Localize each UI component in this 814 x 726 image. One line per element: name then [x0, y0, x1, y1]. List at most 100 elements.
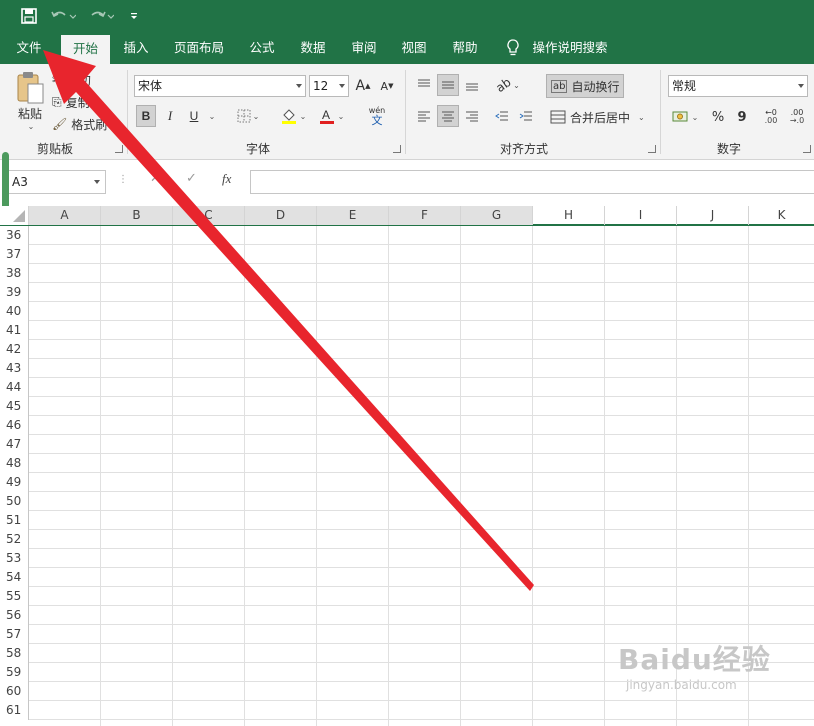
fill-color-button[interactable]: ⌄ [276, 105, 310, 127]
align-top-button[interactable] [414, 74, 434, 96]
border-button[interactable]: ⌄ [230, 105, 266, 127]
row-header[interactable]: 57 [0, 625, 29, 644]
align-right-button[interactable] [462, 105, 482, 127]
decrease-decimal-button[interactable]: .00 →.0 [786, 106, 808, 128]
select-all-corner[interactable] [0, 206, 29, 225]
enter-icon[interactable]: ✓ [186, 171, 197, 186]
redo-icon[interactable] [86, 6, 116, 26]
row-header[interactable]: 56 [0, 606, 29, 625]
row-header[interactable]: 36 [0, 226, 29, 245]
tab-review[interactable]: 审阅 [342, 33, 386, 64]
align-middle-button[interactable] [437, 74, 459, 96]
font-size-select[interactable]: 12 [309, 75, 349, 97]
tab-page-layout[interactable]: 页面布局 [166, 33, 232, 64]
increase-font-button[interactable]: A ▲ [354, 76, 372, 96]
row-header[interactable]: 59 [0, 663, 29, 682]
tab-file[interactable]: 文件 [8, 33, 50, 64]
row-header[interactable]: 45 [0, 397, 29, 416]
row-header[interactable]: 50 [0, 492, 29, 511]
row-header[interactable]: 58 [0, 644, 29, 663]
orientation-button[interactable]: ab ⌄ [492, 74, 524, 96]
row-header[interactable]: 39 [0, 283, 29, 302]
column-header-h[interactable]: H [533, 206, 605, 225]
row-header[interactable]: 42 [0, 340, 29, 359]
cut-button[interactable]: ✂ 剪切 [52, 70, 118, 90]
column-header-g[interactable]: G [461, 206, 533, 225]
row-header[interactable]: 51 [0, 511, 29, 530]
align-center-button[interactable] [437, 105, 459, 127]
font-launcher[interactable] [393, 145, 401, 153]
column-header-c[interactable]: C [173, 206, 245, 225]
row-header[interactable]: 41 [0, 321, 29, 340]
merge-center-button[interactable]: 合并后居中 ⌄ [546, 105, 650, 129]
percent-button[interactable]: % [708, 106, 728, 128]
number-launcher[interactable] [803, 145, 811, 153]
row-header[interactable]: 44 [0, 378, 29, 397]
row-header[interactable]: 46 [0, 416, 29, 435]
row-header[interactable]: 61 [0, 701, 29, 720]
font-name-select[interactable]: 宋体 [134, 75, 306, 97]
column-header-j[interactable]: J [677, 206, 749, 225]
italic-button[interactable]: I [160, 105, 180, 127]
column-header-a[interactable]: A [29, 206, 101, 225]
tab-formulas[interactable]: 公式 [240, 33, 284, 64]
more-options-icon[interactable]: ⋮ [118, 174, 128, 185]
row-header[interactable]: 54 [0, 568, 29, 587]
column-header-i[interactable]: I [605, 206, 677, 225]
copy-button[interactable]: ⎘ 复制 ⌄ [52, 92, 118, 112]
row-header[interactable]: 43 [0, 359, 29, 378]
lightbulb-icon[interactable] [505, 33, 521, 64]
name-box[interactable]: A3 [6, 170, 106, 194]
column-header-k[interactable]: K [749, 206, 814, 225]
row-header[interactable]: 38 [0, 264, 29, 283]
tab-insert[interactable]: 插入 [114, 33, 158, 64]
phonetic-bottom: 文 [371, 113, 383, 127]
decrease-font-button[interactable]: A ▼ [378, 76, 396, 96]
column-header-e[interactable]: E [317, 206, 389, 225]
insert-function-button[interactable]: fx [222, 171, 231, 187]
row-header[interactable]: 53 [0, 549, 29, 568]
cancel-icon[interactable]: ✕ [150, 171, 161, 186]
tell-me-search[interactable]: 操作说明搜索 [528, 33, 612, 64]
tab-help[interactable]: 帮助 [443, 33, 487, 64]
number-format-select[interactable]: 常规 [668, 75, 808, 97]
undo-icon[interactable] [48, 6, 78, 26]
save-icon[interactable] [18, 6, 40, 26]
wrap-text-button[interactable]: ab 自动换行 [546, 74, 624, 98]
tab-view[interactable]: 视图 [392, 33, 436, 64]
increase-decimal-button[interactable]: ←0.00 [760, 106, 782, 128]
chevron-down-icon: ⌄ [638, 112, 645, 122]
customize-icon[interactable] [128, 6, 140, 26]
underline-button[interactable]: U [184, 105, 204, 127]
increase-indent-button[interactable] [516, 105, 536, 127]
row-header[interactable]: 52 [0, 530, 29, 549]
accounting-format-button[interactable]: ⌄ [668, 106, 702, 128]
phonetic-button[interactable]: wén 文 [360, 103, 394, 129]
align-left-icon [418, 111, 430, 122]
bold-button[interactable]: B [136, 105, 156, 127]
decrease-indent-button[interactable] [492, 105, 512, 127]
column-header-b[interactable]: B [101, 206, 173, 225]
underline-dropdown[interactable]: ⌄ [204, 105, 218, 127]
row-header[interactable]: 40 [0, 302, 29, 321]
formula-input[interactable] [250, 170, 814, 194]
alignment-launcher[interactable] [648, 145, 656, 153]
row-header[interactable]: 49 [0, 473, 29, 492]
format-painter-button[interactable]: 🖌 格式刷 [52, 114, 118, 134]
comma-style-button[interactable]: 9 [732, 106, 752, 128]
tab-data[interactable]: 数据 [291, 33, 335, 64]
align-left-button[interactable] [414, 105, 434, 127]
column-header-d[interactable]: D [245, 206, 317, 225]
ribbon-scroll-handle[interactable] [2, 152, 9, 210]
tab-home[interactable]: 开始 [61, 35, 110, 64]
row-header[interactable]: 48 [0, 454, 29, 473]
row-header[interactable]: 55 [0, 587, 29, 606]
column-header-f[interactable]: F [389, 206, 461, 225]
row-header[interactable]: 47 [0, 435, 29, 454]
row-header[interactable]: 60 [0, 682, 29, 701]
clipboard-launcher[interactable] [115, 145, 123, 153]
font-color-button[interactable]: A ⌄ [314, 105, 348, 127]
paste-button[interactable]: 粘贴 ⌄ [10, 70, 50, 132]
row-header[interactable]: 37 [0, 245, 29, 264]
align-bottom-button[interactable] [462, 74, 482, 96]
